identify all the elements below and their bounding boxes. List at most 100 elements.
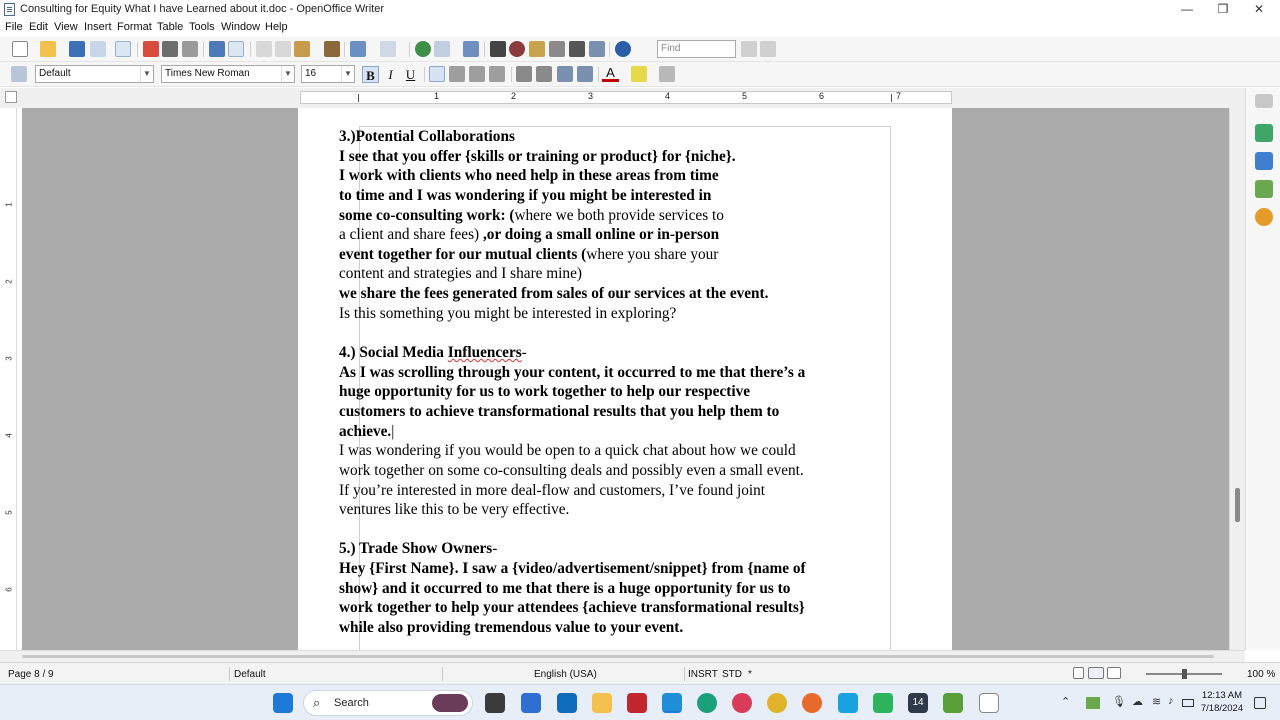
document-line[interactable]: to time and I was wondering if you might…	[339, 186, 879, 206]
horizontal-ruler[interactable]: 1 2 3 4 5 6 7	[300, 91, 952, 104]
highlighting-icon[interactable]	[631, 66, 647, 82]
skype-icon[interactable]	[838, 693, 858, 713]
document-line[interactable]: huge opportunity for us to work together…	[339, 382, 879, 402]
edge-icon[interactable]	[697, 693, 717, 713]
find-next-icon[interactable]	[741, 41, 757, 57]
justify-icon[interactable]	[489, 66, 505, 82]
battery-icon[interactable]	[1182, 699, 1194, 707]
menu-tools[interactable]: Tools	[189, 21, 215, 33]
email-document-icon[interactable]	[90, 41, 106, 57]
firefox-icon[interactable]	[802, 693, 822, 713]
help-icon[interactable]	[615, 41, 631, 57]
font-name-select[interactable]: Times New Roman ▼	[161, 65, 295, 83]
auto-spellcheck-icon[interactable]	[228, 41, 244, 57]
edit-file-icon[interactable]	[115, 41, 131, 57]
menu-help[interactable]: Help	[265, 21, 288, 33]
bold-button[interactable]: B	[362, 66, 379, 83]
spellcheck-icon[interactable]	[209, 41, 225, 57]
table-icon[interactable]	[434, 41, 450, 57]
cut-icon[interactable]	[256, 41, 272, 57]
menu-table[interactable]: Table	[157, 21, 183, 33]
minimize-button[interactable]: —	[1169, 0, 1205, 19]
gallery-icon[interactable]	[529, 41, 545, 57]
document-line[interactable]: ventures like this to be very effective.	[339, 500, 879, 520]
menu-view[interactable]: View	[54, 21, 78, 33]
snipping-tool-icon[interactable]	[979, 693, 999, 713]
outlook-icon[interactable]	[557, 693, 577, 713]
document-line[interactable]	[339, 520, 879, 540]
properties-icon[interactable]	[1255, 124, 1273, 142]
document-line[interactable]: work together to help your attendees {ac…	[339, 598, 879, 618]
italic-button[interactable]: I	[382, 66, 399, 83]
save-icon[interactable]	[69, 41, 85, 57]
task-view-icon[interactable]	[485, 693, 505, 713]
insert-mode[interactable]: INSRT	[688, 669, 718, 680]
document-line[interactable]: If you’re interested in more deal-flow a…	[339, 481, 879, 501]
file-explorer-icon[interactable]	[592, 693, 612, 713]
app-icon[interactable]	[943, 693, 963, 713]
decrease-indent-icon[interactable]	[557, 66, 573, 82]
align-center-icon[interactable]	[449, 66, 465, 82]
open-folder-icon[interactable]	[40, 41, 56, 57]
document-line[interactable]: customers to achieve transformational re…	[339, 402, 879, 422]
document-line[interactable]: show} and it occurred to me that there i…	[339, 579, 879, 599]
horizontal-scrollbar[interactable]	[0, 650, 1245, 662]
document-line[interactable]: content and strategies and I share mine)	[339, 264, 879, 284]
clone-formatting-icon[interactable]	[324, 41, 340, 57]
microphone-icon[interactable]: 🎙	[1112, 695, 1126, 708]
tray-app-icon[interactable]	[1086, 697, 1100, 709]
document-line[interactable]: while also providing tremendous value to…	[339, 618, 879, 638]
gallery-sidebar-icon[interactable]	[1255, 180, 1273, 198]
zoom-slider-knob[interactable]	[1182, 669, 1187, 679]
close-button[interactable]: ✕	[1241, 0, 1277, 19]
tab-stop-selector[interactable]	[5, 91, 17, 103]
page-preview-icon[interactable]	[182, 41, 198, 57]
selection-mode[interactable]: STD	[722, 669, 742, 680]
start-icon[interactable]	[273, 693, 293, 713]
data-sources-icon[interactable]	[549, 41, 565, 57]
chrome-icon[interactable]	[767, 693, 787, 713]
document-line[interactable]: I work with clients who need help in the…	[339, 166, 879, 186]
scrollbar-track[interactable]	[22, 655, 1214, 658]
document-body[interactable]: 3.)Potential Collaborations I see that yo…	[339, 127, 879, 638]
navigator-sidebar-icon[interactable]	[1255, 208, 1273, 226]
menu-format[interactable]: Format	[117, 21, 152, 33]
left-indent-marker[interactable]	[358, 94, 359, 102]
menu-window[interactable]: Window	[221, 21, 260, 33]
font-size-select[interactable]: 16 ▼	[301, 65, 355, 83]
find-input[interactable]: Find	[657, 40, 736, 58]
navigator-icon[interactable]	[509, 41, 525, 57]
redo-icon[interactable]	[380, 41, 396, 57]
print-icon[interactable]	[162, 41, 178, 57]
single-page-view-icon[interactable]	[1073, 667, 1084, 679]
hyperlink-icon[interactable]	[415, 41, 431, 57]
paragraph-style-select[interactable]: Default ▼	[35, 65, 154, 83]
chat-app-icon[interactable]	[873, 693, 893, 713]
document-line[interactable]	[339, 323, 879, 343]
show-draw-functions-icon[interactable]	[463, 41, 479, 57]
vertical-scrollbar[interactable]	[1229, 108, 1245, 650]
right-indent-marker[interactable]	[891, 94, 892, 102]
taskbar-search[interactable]: ⌕ Search	[303, 690, 473, 716]
sidebar-menu-icon[interactable]	[1255, 94, 1273, 108]
bullets-icon[interactable]	[536, 66, 552, 82]
screen-recorder-icon[interactable]	[732, 693, 752, 713]
volume-icon[interactable]: ♪	[1168, 695, 1174, 707]
new-document-icon[interactable]	[12, 41, 28, 57]
formatting-marks-icon[interactable]	[569, 41, 585, 57]
zoom-slider[interactable]	[1146, 669, 1222, 679]
document-line[interactable]: 5.) Trade Show Owners-	[339, 539, 879, 559]
menu-insert[interactable]: Insert	[84, 21, 112, 33]
language-status[interactable]: English (USA)	[534, 669, 597, 680]
document-line[interactable]: we share the fees generated from sales o…	[339, 284, 879, 304]
document-line[interactable]: 3.)Potential Collaborations	[339, 127, 879, 147]
styles-icon[interactable]	[1255, 152, 1273, 170]
maximize-button[interactable]: ❐	[1205, 0, 1241, 19]
menu-edit[interactable]: Edit	[29, 21, 48, 33]
align-left-icon[interactable]	[429, 66, 445, 82]
numbering-icon[interactable]	[516, 66, 532, 82]
copy-icon[interactable]	[275, 41, 291, 57]
acrobat-icon[interactable]	[627, 693, 647, 713]
document-line[interactable]: achieve.|	[339, 422, 879, 442]
wifi-icon[interactable]: ≋	[1152, 695, 1161, 708]
